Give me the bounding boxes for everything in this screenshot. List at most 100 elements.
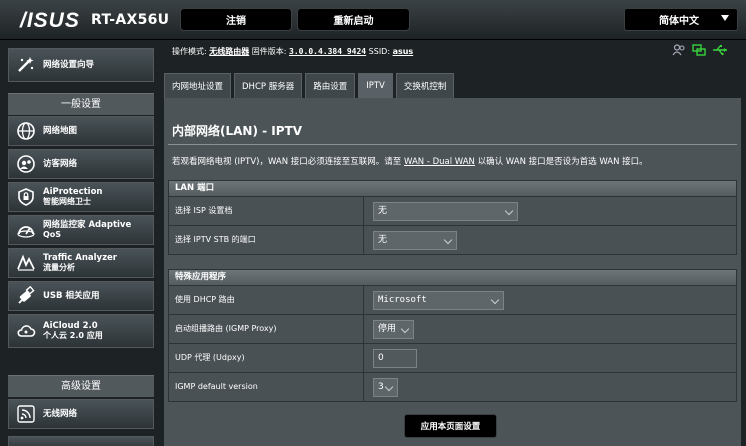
language-select[interactable]: 简体中文	[624, 8, 738, 31]
sidebar-item-label: 无线网络	[43, 409, 78, 419]
iptv-panel: 内部网络(LAN) - IPTV 若观看网络电视 (IPTV)，WAN 接口必须…	[164, 98, 741, 446]
desc-prefix: 若观看网络电视 (IPTV)，WAN 接口必须连接至互联网。请至	[172, 157, 404, 167]
firmware-label: 固件版本:	[251, 47, 287, 56]
usb-status-icon[interactable]	[712, 44, 728, 59]
network-map-icon	[15, 120, 37, 142]
guest-network-icon	[15, 153, 37, 175]
chevron-down-icon	[443, 235, 453, 245]
sidebar-item-label: USB 相关应用	[43, 291, 100, 301]
chevron-down-icon	[504, 206, 514, 216]
general-settings-heading: 一般设置	[8, 93, 154, 115]
sidebar-item-label: 网络监控家 Adaptive QoS	[43, 220, 131, 240]
sidebar-item-guest-network[interactable]: 访客网络	[8, 149, 154, 179]
sidebar-item-wireless[interactable]: 无线网络	[8, 399, 154, 429]
sidebar: 网络设置向导 一般设置 网络地图 访客网络 AiProtection 智能网络卫士…	[0, 40, 159, 446]
wand-icon	[15, 54, 37, 76]
aiprotection-sublabel: 智能网络卫士	[43, 197, 91, 206]
aicloud-sublabel: 个人云 2.0 应用	[43, 331, 103, 340]
udpxy-row: UDP 代理 (Udpxy) 0	[168, 344, 737, 373]
sidebar-item-label: Traffic Analyzer 流量分析	[43, 253, 117, 273]
users-icon[interactable]	[672, 44, 686, 59]
chevron-down-icon	[490, 295, 500, 305]
reboot-button[interactable]: 重新启动	[297, 8, 410, 31]
sidebar-item-aicloud[interactable]: AiCloud 2.0 个人云 2.0 应用	[8, 314, 154, 348]
udpxy-input[interactable]: 0	[373, 349, 417, 368]
lan-port-heading: LAN 端口	[168, 180, 737, 197]
sidebar-item-traffic-analyzer[interactable]: Traffic Analyzer 流量分析	[8, 248, 154, 278]
mode-label: 操作模式:	[172, 47, 207, 56]
tab-dhcp-server[interactable]: DHCP 服务器	[234, 73, 303, 98]
tab-iptv[interactable]: IPTV	[358, 73, 393, 98]
stb-port-row: 选择 IPTV STB 的端口 无	[168, 226, 737, 255]
status-icons	[672, 44, 728, 59]
igmp-proxy-value: 停用	[378, 324, 397, 334]
adaptive-qos-sublabel: QoS	[43, 230, 62, 239]
igmp-proxy-row: 启动组播路由 (IGMP Proxy) 停用	[168, 315, 737, 344]
apply-button[interactable]: 应用本页面设置	[404, 414, 497, 438]
sidebar-item-aiprotection[interactable]: AiProtection 智能网络卫士	[8, 182, 154, 212]
dhcp-route-label: 使用 DHCP 路由	[169, 286, 364, 314]
sidebar-item-partial[interactable]	[8, 436, 154, 446]
sidebar-item-network-map[interactable]: 网络地图	[8, 116, 154, 146]
caret-down-icon	[721, 15, 729, 21]
tab-lan-ip[interactable]: 内网地址设置	[164, 73, 232, 98]
stb-port-select[interactable]: 无	[373, 231, 457, 250]
sidebar-item-label: AiProtection 智能网络卫士	[43, 187, 103, 207]
traffic-analyzer-icon	[15, 252, 37, 274]
language-value: 简体中文	[659, 16, 699, 27]
cloud-icon	[15, 320, 37, 342]
mode-link[interactable]: 无线路由器	[209, 47, 249, 56]
firmware-link[interactable]: 3.0.0.4.384_9424	[289, 47, 366, 56]
igmp-proxy-select[interactable]: 停用	[373, 320, 414, 339]
asus-logo[interactable]: /ISUS	[20, 9, 80, 33]
network-status-icon[interactable]	[692, 44, 706, 59]
sidebar-item-usb-apps[interactable]: USB 相关应用	[8, 281, 154, 311]
top-bar: /ISUS RT-AX56U 注销 重新启动 简体中文	[0, 0, 746, 40]
usb-icon	[15, 285, 37, 307]
stb-port-value: 无	[378, 235, 388, 245]
tab-route[interactable]: 路由设置	[305, 73, 356, 98]
igmp-proxy-label: 启动组播路由 (IGMP Proxy)	[169, 315, 364, 343]
chevron-down-icon	[384, 382, 394, 392]
status-line: 操作模式: 无线路由器 固件版本: 3.0.0.4.384_9424 SSID:…	[172, 46, 413, 57]
stb-port-label: 选择 IPTV STB 的端口	[169, 226, 364, 254]
aicloud-label: AiCloud 2.0	[43, 321, 98, 331]
tab-bar: 内网地址设置 DHCP 服务器 路由设置 IPTV 交换机控制	[164, 73, 457, 98]
sidebar-item-label: 网络设置向导	[43, 60, 95, 70]
advanced-settings-heading: 高级设置	[8, 375, 154, 397]
speedometer-icon	[15, 219, 37, 241]
isp-profile-label: 选择 ISP 设置档	[169, 197, 364, 225]
traffic-analyzer-sublabel: 流量分析	[43, 263, 75, 272]
isp-profile-select[interactable]: 无	[373, 202, 518, 221]
sidebar-item-label: 网络地图	[43, 126, 78, 136]
chevron-down-icon	[400, 324, 410, 334]
traffic-analyzer-label: Traffic Analyzer	[43, 253, 117, 263]
page-description: 若观看网络电视 (IPTV)，WAN 接口必须连接至互联网。请至 WAN - D…	[172, 155, 648, 167]
igmp-version-row: IGMP default version 3	[168, 373, 737, 402]
igmp-version-value: 3	[378, 382, 384, 392]
shield-icon	[15, 186, 37, 208]
special-apps-heading: 特殊应用程序	[168, 269, 737, 286]
wireless-icon	[15, 403, 37, 425]
router-model: RT-AX56U	[91, 12, 170, 28]
dhcp-route-row: 使用 DHCP 路由 Microsoft	[168, 286, 737, 315]
isp-profile-row: 选择 ISP 设置档 无	[168, 197, 737, 226]
sidebar-item-adaptive-qos[interactable]: 网络监控家 Adaptive QoS	[8, 215, 154, 245]
desc-suffix: 以确认 WAN 接口是否设为首选 WAN 接口。	[474, 157, 648, 167]
dual-wan-link[interactable]: WAN - Dual WAN	[404, 157, 475, 167]
isp-profile-value: 无	[378, 206, 388, 216]
aiprotection-label: AiProtection	[43, 187, 103, 197]
igmp-version-select[interactable]: 3	[373, 378, 398, 397]
udpxy-label: UDP 代理 (Udpxy)	[169, 344, 364, 372]
sidebar-item-label: AiCloud 2.0 个人云 2.0 应用	[43, 321, 103, 341]
ssid-link[interactable]: asus	[393, 47, 414, 56]
ssid-label: SSID:	[368, 47, 391, 56]
page-title: 内部网络(LAN) - IPTV	[172, 124, 303, 138]
tab-switch-control[interactable]: 交换机控制	[395, 73, 455, 98]
logout-button[interactable]: 注销	[180, 8, 292, 31]
igmp-version-label: IGMP default version	[169, 373, 364, 401]
title-divider	[168, 144, 737, 145]
dhcp-route-select[interactable]: Microsoft	[373, 291, 504, 310]
sidebar-item-quick-setup[interactable]: 网络设置向导	[8, 48, 154, 82]
sidebar-item-label: 访客网络	[43, 159, 78, 169]
